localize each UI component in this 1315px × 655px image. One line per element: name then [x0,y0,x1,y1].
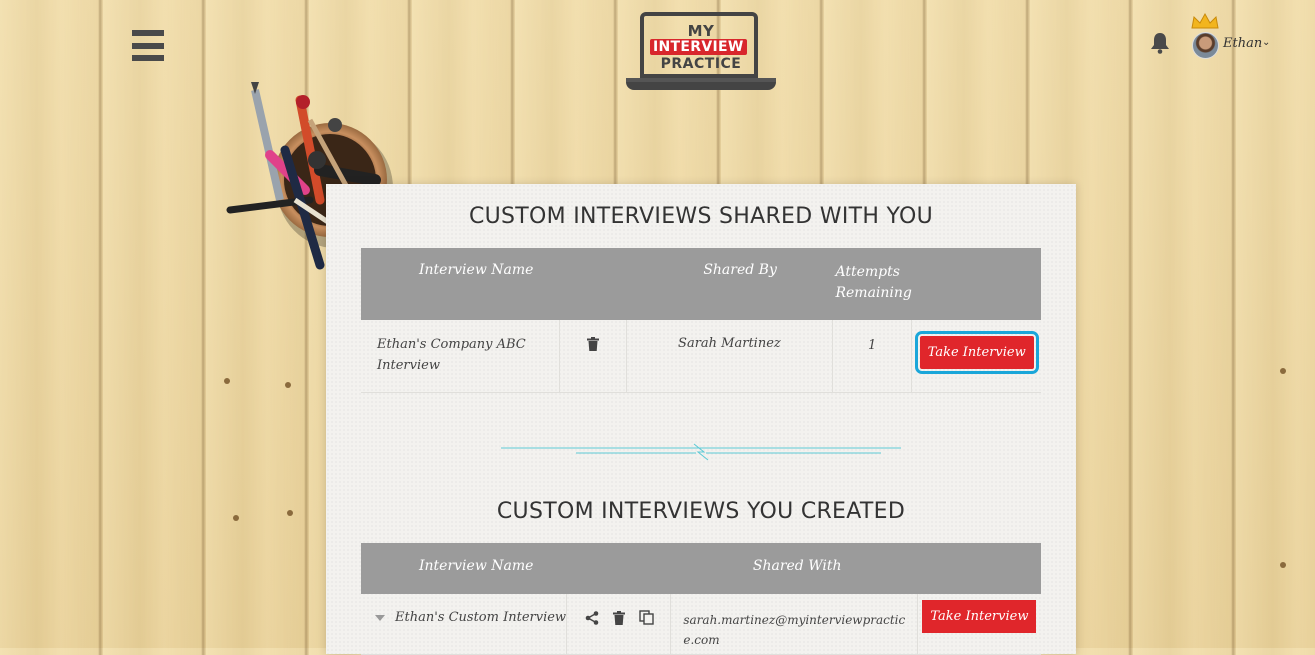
created-section-title: CUSTOM INTERVIEWS YOU CREATED [496,499,906,524]
trash-cell [559,320,627,393]
take-interview-button[interactable]: Take Interview [922,600,1037,633]
shared-with-cell: sarah.martinez@myinterviewpractice.com [670,594,918,655]
actions-icons-cell [566,594,672,655]
wood-knot [233,515,239,521]
interview-name-cell: Ethan's Company ABC Interview [361,320,561,393]
main-panel: CUSTOM INTERVIEWS SHARED WITH YOU Interv… [326,184,1076,655]
wood-knot [287,510,293,516]
shared-by-cell: Sarah Martinez [626,320,833,393]
trash-icon[interactable] [613,610,626,625]
interview-name-cell: Ethan's Custom Interview [361,594,568,655]
created-interviews-table: Interview Name Shared With Ethan's Custo… [361,543,1041,655]
col-interview-name: Interview Name [361,543,567,594]
bell-icon[interactable] [1150,32,1170,54]
logo-text-practice: PRACTICE [660,56,742,72]
col-interview-name: Interview Name [361,248,560,320]
col-blank [566,543,671,594]
interview-name-text[interactable]: Ethan's Custom Interview [395,610,566,625]
wood-knot [1280,562,1286,568]
hamburger-icon-bar [132,55,164,61]
table-header-row: Interview Name Shared With [361,543,1041,594]
action-cell: Take Interview [917,594,1041,655]
hamburger-icon-bar [132,42,164,49]
chevron-down-icon[interactable]: ⌄ [1262,37,1270,48]
wood-knot [285,382,291,388]
site-logo[interactable]: MY INTERVIEW PRACTICE [626,12,776,94]
wood-knot [224,378,230,384]
col-shared-by: Shared By [626,248,833,320]
shared-section-title: CUSTOM INTERVIEWS SHARED WITH YOU [468,204,934,229]
col-attempts-remaining: Attempts Remaining [832,248,912,320]
crown-icon [1191,12,1219,29]
copy-icon[interactable] [639,610,655,625]
col-action [917,543,1041,594]
take-interview-button[interactable]: Take Interview [914,331,1039,374]
logo-text-my: MY [687,22,715,40]
logo-text-interview: INTERVIEW [650,39,747,55]
avatar[interactable] [1192,32,1219,59]
attempts-cell: 1 [832,320,913,393]
user-name[interactable]: Ethan [1223,36,1262,51]
menu-button[interactable] [132,30,164,61]
table-header-row: Interview Name Shared By Attempts Remain… [361,248,1041,320]
table-row: Ethan's Custom Interview sarah.martinez@… [361,594,1041,655]
section-divider [501,443,901,461]
table-row: Ethan's Company ABC Interview Sarah Mart… [361,320,1041,393]
shared-interviews-table: Interview Name Shared By Attempts Remain… [361,248,1041,393]
trash-icon[interactable] [586,336,599,351]
col-shared-with: Shared With [670,543,918,594]
caret-down-icon[interactable] [375,614,385,621]
col-action [911,248,1041,320]
share-icon[interactable] [585,610,599,625]
action-cell: Take Interview [911,320,1041,393]
hamburger-icon [132,30,164,36]
col-blank [559,248,627,320]
wood-knot [1280,368,1286,374]
logo-laptop-base [626,78,776,90]
